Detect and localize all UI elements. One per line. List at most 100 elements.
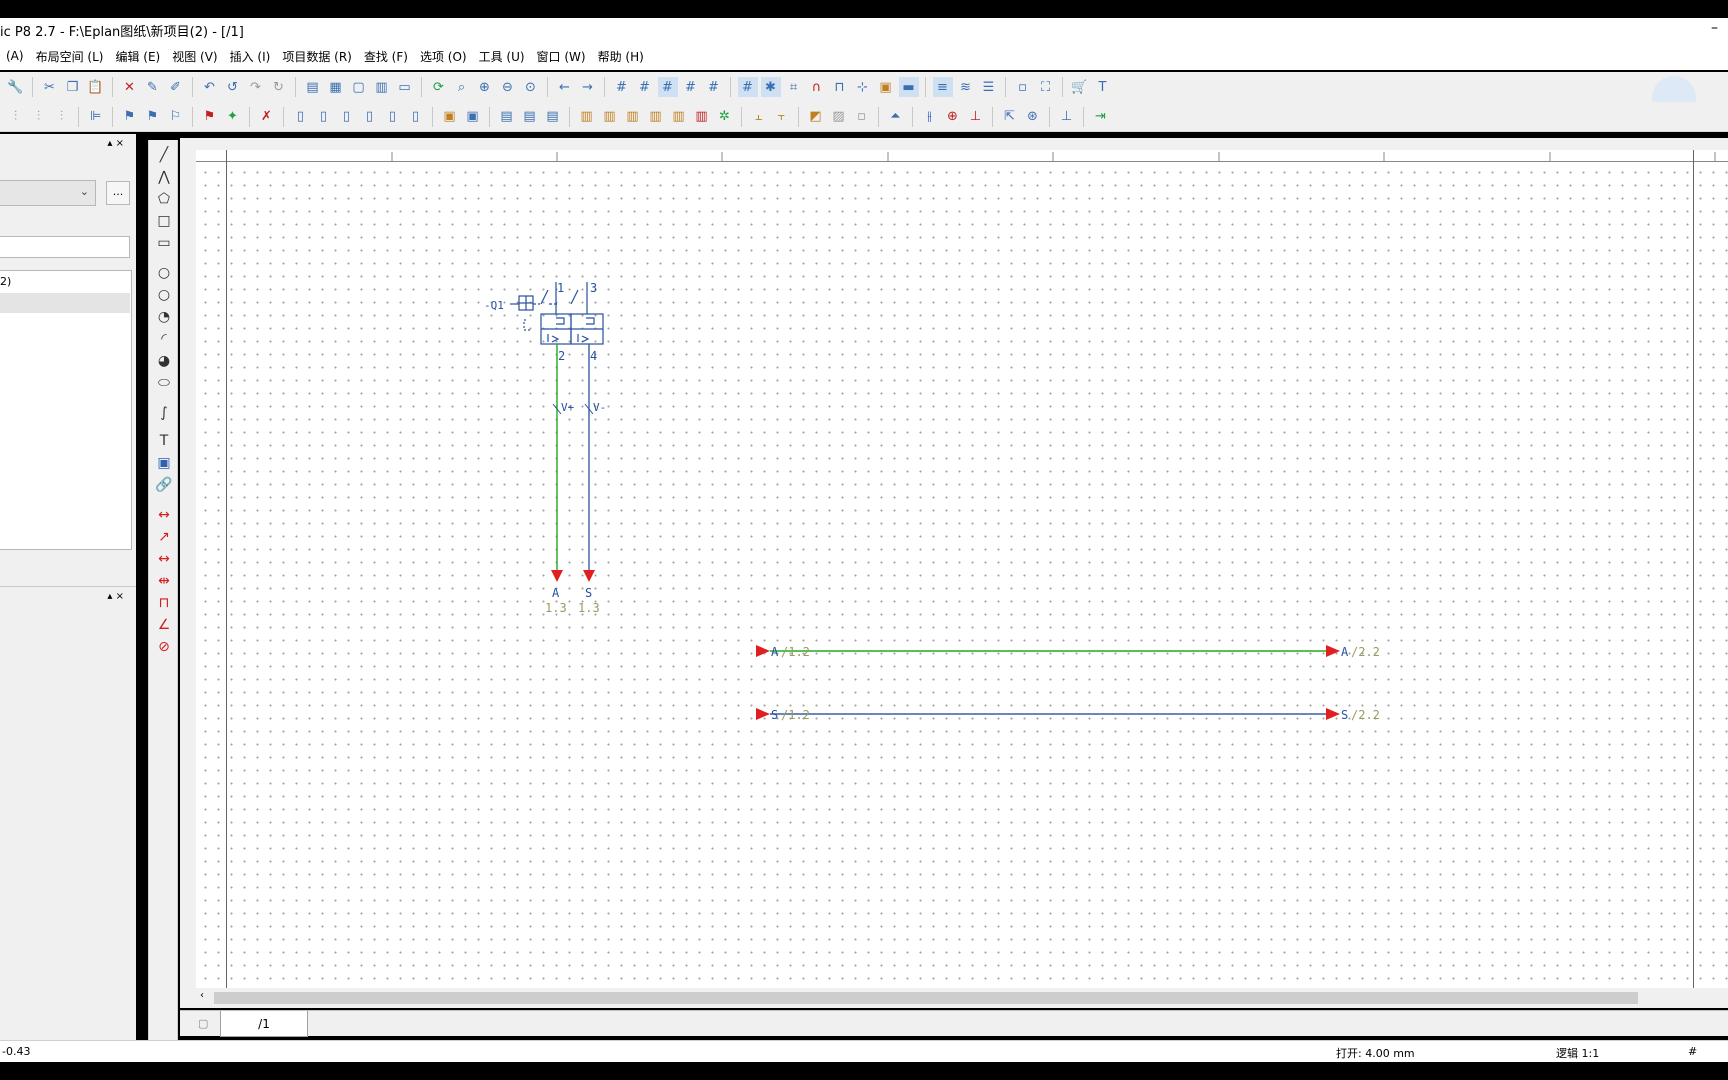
line-icon[interactable]: ╱ <box>155 146 173 164</box>
menu-item-tools[interactable]: 工具 (U) <box>473 48 531 65</box>
minimize-button[interactable]: – <box>1711 20 1718 36</box>
menu-item-edit[interactable]: 编辑 (E) <box>109 48 166 65</box>
tree-item-selected[interactable] <box>0 293 130 313</box>
panel-pin-close[interactable]: ▴ × <box>107 591 124 602</box>
hatch-b-icon[interactable]: ▨ <box>829 107 849 127</box>
text-icon[interactable]: T <box>155 432 173 450</box>
circle-3pt-icon[interactable]: ○ <box>155 286 173 304</box>
page-new-icon[interactable]: ▢ <box>349 77 369 97</box>
flag-b-icon[interactable]: ⚑ <box>143 107 163 127</box>
layer-c-icon[interactable]: ☰ <box>979 77 999 97</box>
page-tree[interactable]: 2) <box>0 270 132 550</box>
shield-b-icon[interactable]: ▯ <box>314 107 334 127</box>
intersection-icon[interactable]: ⊓ <box>830 77 850 97</box>
textbox-icon[interactable]: ▭ <box>155 234 173 252</box>
menu-item-project-data[interactable]: 项目数据 (R) <box>276 48 358 65</box>
text-frame-icon[interactable]: T <box>1093 77 1113 97</box>
grid-e-icon[interactable]: # <box>704 77 724 97</box>
dimension-aligned-icon[interactable]: ↗ <box>155 528 173 546</box>
dimension-incremental-icon[interactable]: ⇹ <box>155 572 173 590</box>
shield-e-icon[interactable]: ▯ <box>383 107 403 127</box>
plc-c-icon[interactable]: ▤ <box>543 107 563 127</box>
align-b-icon[interactable]: ⊕ <box>943 107 963 127</box>
hatch-a-icon[interactable]: ◩ <box>806 107 826 127</box>
zoom-in-icon[interactable]: ⊕ <box>475 77 495 97</box>
shield-f-icon[interactable]: ▯ <box>406 107 426 127</box>
redo-icon[interactable]: ↷ <box>246 77 266 97</box>
pick-format-icon[interactable]: ✐ <box>166 77 186 97</box>
menu-item-window[interactable]: 窗口 (W) <box>531 48 592 65</box>
terminal-c-icon[interactable]: ▥ <box>623 107 643 127</box>
ortho-icon[interactable]: ▬ <box>898 77 919 97</box>
undo-icon[interactable]: ↶ <box>200 77 220 97</box>
small-square-icon[interactable]: ▫ <box>1013 77 1033 97</box>
cut-icon[interactable]: ✂ <box>40 77 60 97</box>
grid-b-icon[interactable]: # <box>635 77 655 97</box>
refresh-icon[interactable]: ⟳ <box>429 77 449 97</box>
dimension-angle-icon[interactable]: ∠ <box>155 616 173 634</box>
terminal-a-icon[interactable]: ▥ <box>577 107 597 127</box>
ellipse-icon[interactable]: ⬭ <box>155 374 173 392</box>
plug-a-icon[interactable]: ⫠ <box>749 107 769 127</box>
zoom-fit-icon[interactable]: ⊙ <box>521 77 541 97</box>
dimension-baseline-icon[interactable]: ⊓ <box>155 594 173 612</box>
format-painter-icon[interactable]: ✎ <box>143 77 163 97</box>
zoom-window-icon[interactable]: ⌕ <box>452 77 472 97</box>
delete-icon[interactable]: ✕ <box>120 77 140 97</box>
dimension-chain-icon[interactable]: ↔ <box>155 550 173 568</box>
break-icon[interactable]: ⊥ <box>1057 107 1077 127</box>
flag-c-icon[interactable]: ⚐ <box>166 107 186 127</box>
cable-def-icon[interactable]: ✗ <box>257 107 277 127</box>
align-c-icon[interactable]: ⊥ <box>966 107 986 127</box>
pointer-a-icon[interactable]: ⇱ <box>1000 107 1020 127</box>
shield-c-icon[interactable]: ▯ <box>337 107 357 127</box>
filter-input[interactable] <box>0 236 130 258</box>
snap-point-icon[interactable]: ⌗ <box>784 77 804 97</box>
menu-item-layout-space[interactable]: 布局空间 (L) <box>30 48 110 65</box>
menu-item-a[interactable]: (A) <box>0 49 30 63</box>
pointer-b-icon[interactable]: ⊛ <box>1023 107 1043 127</box>
hatch-c-icon[interactable]: ▫ <box>852 107 872 127</box>
arc-3pt-icon[interactable]: ◜ <box>155 330 173 348</box>
polyline-icon[interactable]: ⋀ <box>155 168 173 186</box>
redo-list-icon[interactable]: ↻ <box>269 77 289 97</box>
project-selector[interactable]: ⌄ <box>0 180 96 206</box>
cart-icon[interactable]: 🛒 <box>1070 77 1090 97</box>
menu-item-view[interactable]: 视图 (V) <box>166 48 223 65</box>
browse-button[interactable]: ... <box>106 181 130 205</box>
plc-a-icon[interactable]: ▤ <box>497 107 517 127</box>
plug-b-icon[interactable]: ⫟ <box>772 107 792 127</box>
terminal-b-icon[interactable]: ▥ <box>600 107 620 127</box>
circle-icon[interactable]: ○ <box>155 264 173 282</box>
panel-pin-close[interactable]: ▴ × <box>107 138 124 149</box>
page-navigator-icon[interactable]: ▤ <box>303 77 323 97</box>
polygon-icon[interactable]: ⬠ <box>155 190 173 208</box>
terminal-d-icon[interactable]: ▥ <box>646 107 666 127</box>
scroll-left-icon[interactable]: ‹ <box>200 990 204 1001</box>
terminal-e-icon[interactable]: ▥ <box>669 107 689 127</box>
spline-icon[interactable]: ∫ <box>155 404 173 422</box>
insert-center-icon[interactable]: ▣ <box>876 77 896 97</box>
align-a-icon[interactable]: ⫲ <box>920 107 940 127</box>
box-a-icon[interactable]: ▣ <box>440 107 460 127</box>
forward-icon[interactable]: → <box>578 77 598 97</box>
tab-page-1[interactable]: /1 <box>220 1011 308 1037</box>
rectangle-icon[interactable]: □ <box>155 212 173 230</box>
back-icon[interactable]: ← <box>555 77 575 97</box>
page-props-icon[interactable]: ▦ <box>326 77 346 97</box>
dimension-radius-icon[interactable]: ⊘ <box>155 638 173 656</box>
contact-a-icon[interactable]: ⫶ <box>6 107 26 127</box>
box-b-icon[interactable]: ▣ <box>463 107 483 127</box>
layer-a-icon[interactable]: ≡ <box>932 77 953 97</box>
snap-grid-icon[interactable]: # <box>737 77 758 97</box>
screen-icon[interactable]: ▭ <box>395 77 415 97</box>
table-icon[interactable]: ▥ <box>372 77 392 97</box>
zoom-out-icon[interactable]: ⊖ <box>498 77 518 97</box>
arc-icon[interactable]: ◔ <box>155 308 173 326</box>
layer-b-icon[interactable]: ≋ <box>956 77 976 97</box>
flag-a-icon[interactable]: ⚑ <box>120 107 140 127</box>
wrench-icon[interactable]: 🔧 <box>6 77 26 97</box>
horizontal-scrollbar[interactable]: ‹ <box>196 988 1728 1008</box>
dimension-linear-icon[interactable]: ↔ <box>155 506 173 524</box>
shield-d-icon[interactable]: ▯ <box>360 107 380 127</box>
